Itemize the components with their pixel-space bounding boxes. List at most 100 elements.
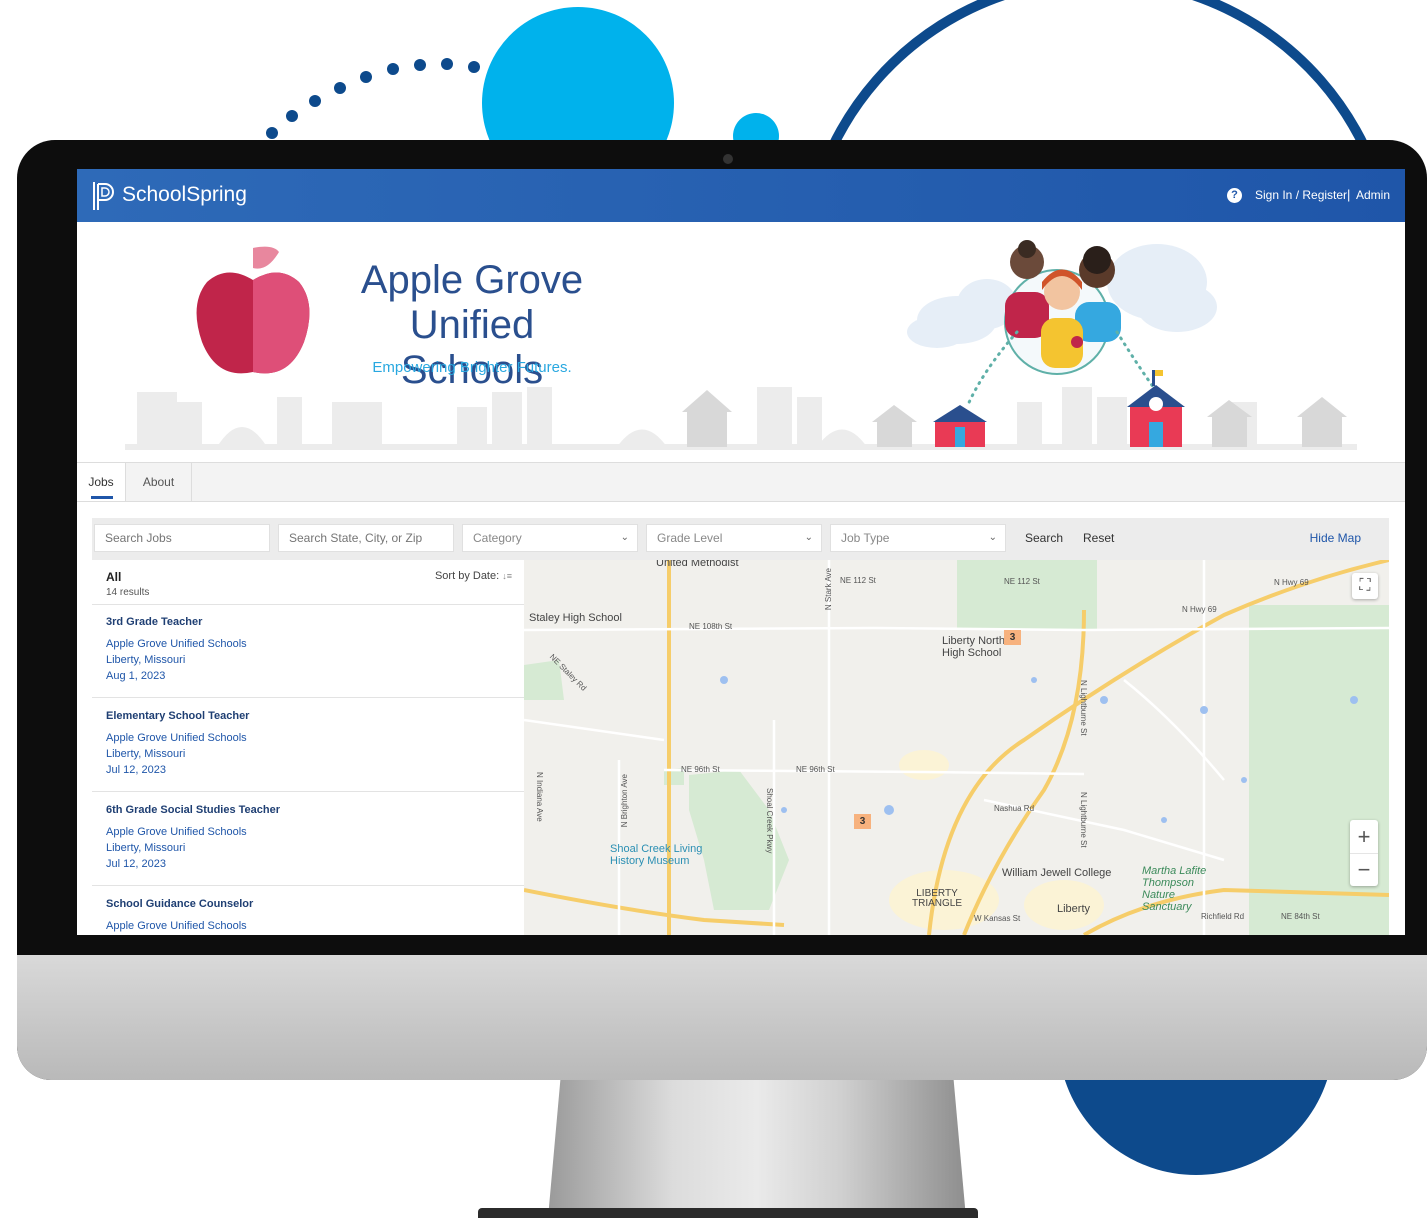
brand-name[interactable]: SchoolSpring [122, 183, 247, 207]
job-filter-bar: Category ⌄ Grade Level ⌄ Job Type ⌄ Sear… [92, 518, 1389, 560]
map-label: Shoal Creek Living History Museum [610, 843, 702, 867]
street-label: N Hwy 69 [1182, 605, 1217, 614]
zoom-in-button[interactable]: + [1350, 820, 1378, 854]
job-type-select-value: Job Type [841, 531, 890, 545]
job-list-item[interactable]: 6th Grade Social Studies Teacher Apple G… [92, 792, 524, 886]
street-label: N Stark Ave [824, 568, 833, 611]
job-location: Liberty, Missouri [106, 842, 186, 854]
browser-screen: SchoolSpring ? Sign In / Register | Admi… [77, 169, 1405, 935]
tab-jobs-label: Jobs [88, 475, 114, 489]
tab-about-label: About [142, 475, 175, 489]
job-list-item[interactable]: Elementary School Teacher Apple Grove Un… [92, 698, 524, 792]
active-tab-indicator [91, 496, 113, 499]
results-header: All 14 results Sort by Date: ↓≡ [92, 560, 524, 605]
org-banner: Apple Grove Unified Schools Empowering B… [77, 222, 1405, 462]
job-list-item[interactable]: 3rd Grade Teacher Apple Grove Unified Sc… [92, 604, 524, 698]
dotted-arc-decoration [266, 58, 480, 139]
tab-jobs[interactable]: Jobs [77, 463, 125, 501]
job-organization: Apple Grove Unified Schools [106, 826, 247, 838]
tab-bar: Jobs About [77, 462, 1405, 502]
monitor-stand [548, 1078, 966, 1218]
map-label: United Methodist [656, 560, 739, 569]
org-name-line1: Apple Grove [360, 258, 584, 302]
fullscreen-icon[interactable]: ⛶ [1352, 573, 1378, 599]
street-label: NE 112 St [1004, 577, 1040, 586]
navy-ring-decoration [827, 0, 1370, 151]
job-organization: Apple Grove Unified Schools [106, 920, 247, 932]
category-select[interactable]: Category ⌄ [462, 524, 638, 552]
street-label: Richfield Rd [1201, 912, 1245, 921]
admin-link[interactable]: Admin [1356, 188, 1390, 202]
map-label-line: Martha Lafite [1142, 865, 1207, 877]
results-count: 14 results [106, 587, 150, 598]
org-tagline: Empowering Brighter Futures. [372, 359, 572, 376]
map-base-illustration [524, 560, 1389, 935]
street-label: NE 112 St [840, 576, 876, 585]
navy-half-circle-decoration [1062, 1070, 1330, 1176]
street-label: N Lightburne St [1079, 792, 1088, 848]
camera-icon [723, 154, 733, 164]
category-select-value: Category [473, 531, 522, 545]
job-location: Liberty, Missouri [106, 748, 186, 760]
map-label: LIBERTY TRIANGLE [912, 889, 962, 909]
job-date: Aug 1, 2023 [106, 670, 166, 682]
street-label: NE 96th St [681, 765, 720, 774]
job-title[interactable]: Elementary School Teacher [106, 710, 249, 722]
apple-logo-illustration [196, 246, 310, 374]
map-label: Liberty North High School [942, 635, 1005, 659]
map-label: Liberty [1057, 903, 1091, 915]
sort-label: Sort by Date: [434, 570, 500, 582]
monitor-chin [17, 955, 1427, 1080]
job-list-item[interactable]: School Guidance Counselor Apple Grove Un… [92, 886, 524, 935]
job-count-marker[interactable]: 3 [1004, 630, 1021, 645]
grade-level-select-value: Grade Level [657, 531, 723, 545]
schoolspring-logo-icon [93, 182, 114, 210]
street-label: N Indiana Ave [535, 772, 544, 822]
search-jobs-input[interactable] [94, 524, 270, 552]
chevron-down-icon: ⌄ [988, 532, 997, 543]
map-label-line: Shoal Creek Living [610, 843, 703, 855]
sort-by-date-button[interactable]: Sort by Date: ↓≡ [435, 570, 512, 582]
help-icon[interactable]: ? [1227, 188, 1242, 203]
street-label: N Brighton Ave [620, 774, 629, 828]
job-count-marker[interactable]: 3 [854, 814, 871, 829]
street-label: W Kansas St [974, 914, 1021, 923]
street-label: NE 96th St [796, 765, 835, 774]
sign-in-register-link[interactable]: Sign In / Register [1255, 188, 1347, 202]
hide-map-link[interactable]: Hide Map [1310, 524, 1361, 552]
reset-button[interactable]: Reset [1083, 524, 1114, 552]
map-label-line: Thompson [1142, 877, 1194, 889]
job-organization: Apple Grove Unified Schools [106, 638, 247, 650]
chevron-down-icon: ⌄ [804, 532, 813, 543]
map-label: William Jewell College [1002, 867, 1112, 879]
map-label-line: History Museum [610, 855, 690, 867]
jobs-map[interactable]: United Methodist Staley High School Libe… [524, 560, 1389, 935]
street-label: NE 108th St [689, 622, 733, 631]
results-filter-label: All [106, 570, 122, 584]
job-title[interactable]: 6th Grade Social Studies Teacher [106, 804, 280, 816]
job-results-list: All 14 results Sort by Date: ↓≡ 3rd Grad… [92, 560, 524, 935]
tab-about[interactable]: About [125, 463, 192, 501]
job-type-select[interactable]: Job Type ⌄ [830, 524, 1006, 552]
location-search-input[interactable] [278, 524, 454, 552]
street-label: Nashua Rd [994, 804, 1035, 813]
job-location: Liberty, Missouri [106, 654, 186, 666]
street-label: NE 84th St [1281, 912, 1320, 921]
search-button[interactable]: Search [1025, 524, 1063, 552]
street-label: N Hwy 69 [1274, 578, 1309, 587]
job-title[interactable]: School Guidance Counselor [106, 898, 253, 910]
map-label-line: Sanctuary [1142, 901, 1192, 913]
grade-level-select[interactable]: Grade Level ⌄ [646, 524, 822, 552]
zoom-out-button[interactable]: − [1350, 854, 1378, 886]
job-date: Jul 12, 2023 [106, 858, 166, 870]
org-name-line2: Unified Schools [400, 303, 544, 392]
job-title[interactable]: 3rd Grade Teacher [106, 616, 202, 628]
street-label: N Lightburne St [1079, 680, 1088, 736]
job-organization: Apple Grove Unified Schools [106, 732, 247, 744]
street-label: Shoal Creek Pkwy [765, 788, 774, 854]
people-illustration [1004, 240, 1121, 375]
nav-separator: | [1347, 187, 1351, 202]
job-date: Jul 12, 2023 [106, 764, 166, 776]
map-label-line: Liberty North [942, 635, 1005, 647]
sort-descending-icon: ↓≡ [502, 571, 512, 581]
